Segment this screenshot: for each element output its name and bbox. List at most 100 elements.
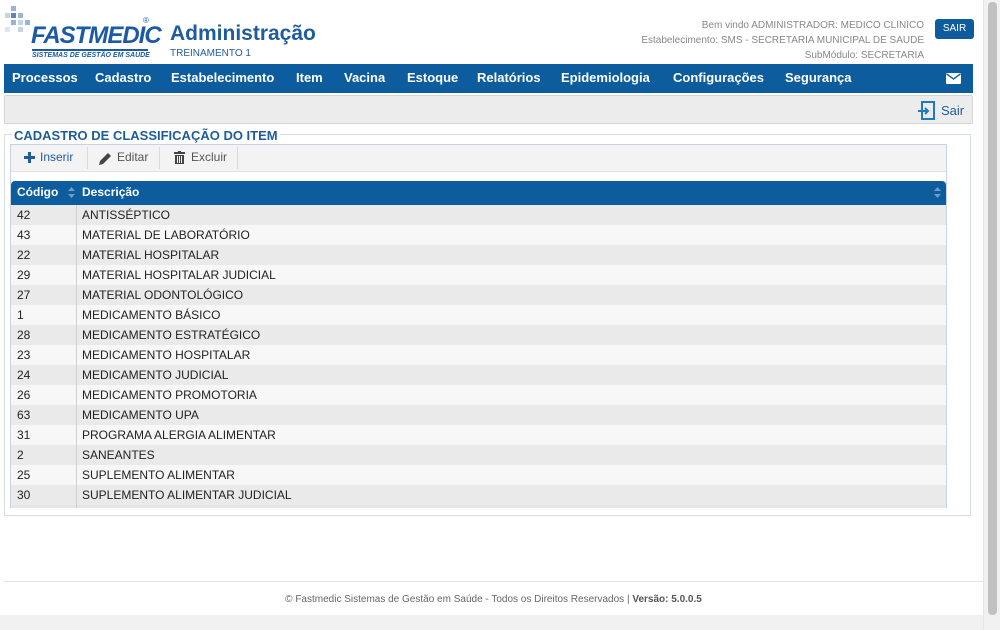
cell-description: MEDICAMENTO ESTRATÉGICO — [82, 328, 261, 342]
scrollbar-thumb[interactable] — [988, 2, 997, 615]
cell-description: MEDICAMENTO JUDICIAL — [82, 368, 229, 382]
cell-code: 42 — [17, 208, 31, 222]
menu-item[interactable]: Item — [296, 64, 323, 93]
menu-seguranca[interactable]: Segurança — [785, 64, 851, 93]
table-row[interactable]: 26 MEDICAMENTO PROMOTORIA — [11, 385, 946, 405]
cell-description: MATERIAL DE LABORATÓRIO — [82, 228, 250, 242]
edit-button[interactable]: Editar — [96, 145, 158, 171]
classification-panel: CADASTRO DE CLASSIFICAÇÃO DO ITEM Inseri… — [4, 128, 971, 516]
copyright-text: © Fastmedic Sistemas de Gestão em Saúde … — [285, 594, 633, 605]
cell-code: 22 — [17, 248, 31, 262]
cell-code: 29 — [17, 268, 31, 282]
column-header-code[interactable]: Código — [17, 181, 58, 205]
cell-description: SUPLEMENTO ALIMENTAR JUDICIAL — [82, 488, 292, 502]
footer-divider — [4, 581, 983, 582]
cell-code: 23 — [17, 348, 31, 362]
pencil-icon — [99, 153, 111, 165]
cell-description: MEDICAMENTO HOSPITALAR — [82, 348, 251, 362]
table-row[interactable]: 23 MEDICAMENTO HOSPITALAR — [11, 345, 946, 365]
cell-code: 43 — [17, 228, 31, 242]
app-header: FASTMEDIC ® SISTEMAS DE GESTÃO EM SAÚDE … — [0, 0, 983, 64]
cell-description: SUPLEMENTO ALIMENTAR — [82, 468, 235, 482]
fastmedic-logo[interactable]: FASTMEDIC ® SISTEMAS DE GESTÃO EM SAÚDE — [5, 4, 162, 60]
table-row[interactable]: 43 MATERIAL DE LABORATÓRIO — [11, 225, 946, 245]
logo-underline — [32, 49, 148, 51]
welcome-text: Bem vindo ADMINISTRADOR: MEDICO CLINICO — [701, 20, 924, 31]
plus-icon — [24, 152, 35, 163]
cell-code: 28 — [17, 328, 31, 342]
panel-title: CADASTRO DE CLASSIFICAÇÃO DO ITEM — [12, 128, 280, 143]
edit-label: Editar — [117, 150, 149, 164]
insert-label: Inserir — [40, 150, 74, 164]
menu-cadastro[interactable]: Cadastro — [95, 64, 151, 93]
submodule-text: SubMódulo: SECRETARIA — [804, 50, 924, 61]
cell-code: 26 — [17, 388, 31, 402]
delete-label: Excluir — [191, 150, 228, 164]
cell-code: 31 — [17, 428, 31, 442]
exit-label: Sair — [941, 103, 965, 118]
cell-description: PROGRAMA ALERGIA ALIMENTAR — [82, 428, 276, 442]
table-row[interactable]: 28 MEDICAMENTO ESTRATÉGICO — [11, 325, 946, 345]
table-row[interactable]: 2 SANEANTES — [11, 445, 946, 465]
cell-description: MATERIAL HOSPITALAR — [82, 248, 220, 262]
cell-description: MATERIAL HOSPITALAR JUDICIAL — [82, 268, 276, 282]
menu-relatorios[interactable]: Relatórios — [477, 64, 541, 93]
main-menu: Processos Cadastro Estabelecimento Item … — [4, 64, 973, 93]
cell-code: 24 — [17, 368, 31, 382]
menu-processos[interactable]: Processos — [12, 64, 78, 93]
delete-button[interactable]: Excluir — [169, 145, 237, 171]
menu-configuracoes[interactable]: Configurações — [673, 64, 764, 93]
logout-button[interactable]: SAIR — [935, 19, 974, 39]
cell-code: 1 — [17, 308, 24, 322]
cell-code: 30 — [17, 488, 31, 502]
footer: © Fastmedic Sistemas de Gestão em Saúde … — [4, 594, 983, 605]
table-row[interactable]: 30 SUPLEMENTO ALIMENTAR JUDICIAL — [11, 485, 946, 505]
menu-estabelecimento[interactable]: Estabelecimento — [171, 64, 274, 93]
menu-estoque[interactable]: Estoque — [407, 64, 458, 93]
cell-code: 63 — [17, 408, 31, 422]
menu-epidemiologia[interactable]: Epidemiologia — [561, 64, 650, 93]
table-row[interactable]: 31 PROGRAMA ALERGIA ALIMENTAR — [11, 425, 946, 445]
cell-description: MEDICAMENTO UPA — [82, 408, 199, 422]
toolbar-separator — [87, 147, 88, 169]
cell-code: 27 — [17, 288, 31, 302]
sort-icon[interactable] — [934, 187, 941, 198]
trash-icon — [174, 151, 185, 164]
bottom-scroll-strip — [0, 615, 983, 630]
cell-description: ANTISSÉPTICO — [82, 208, 171, 222]
table-row[interactable]: 24 MEDICAMENTO JUDICIAL — [11, 365, 946, 385]
environment-label: TREINAMENTO 1 — [170, 48, 251, 59]
column-header-description[interactable]: Descrição — [82, 181, 139, 205]
table-row[interactable]: 22 MATERIAL HOSPITALAR — [11, 245, 946, 265]
exit-door-icon — [918, 101, 935, 120]
sort-icon[interactable] — [68, 187, 75, 198]
cell-description: MEDICAMENTO PROMOTORIA — [82, 388, 257, 402]
table-row[interactable]: 25 SUPLEMENTO ALIMENTAR — [11, 465, 946, 485]
insert-button[interactable]: Inserir — [21, 145, 87, 171]
classification-grid: Inserir Editar Excluir Código Descrição … — [10, 144, 947, 508]
version-text: Versão: 5.0.0.5 — [632, 594, 702, 605]
table-row[interactable]: 63 MEDICAMENTO UPA — [11, 405, 946, 425]
menu-vacina[interactable]: Vacina — [344, 64, 385, 93]
table-row[interactable]: 1 MEDICAMENTO BÁSICO — [11, 305, 946, 325]
cell-description: MATERIAL ODONTOLÓGICO — [82, 288, 244, 302]
toolbar-separator — [237, 147, 238, 169]
logo-registered-mark: ® — [143, 16, 149, 25]
grid-toolbar: Inserir Editar Excluir — [11, 145, 946, 172]
page-title: Administração — [170, 22, 316, 45]
table-row[interactable]: 42 ANTISSÉPTICO — [11, 205, 946, 225]
logo-tagline: SISTEMAS DE GESTÃO EM SAÚDE — [32, 52, 150, 59]
logo-wordmark: FASTMEDIC — [31, 22, 162, 49]
cell-description: MEDICAMENTO BÁSICO — [82, 308, 221, 322]
cell-code: 25 — [17, 468, 31, 482]
toolbar-separator — [159, 147, 160, 169]
grid-body: 42 ANTISSÉPTICO 43 MATERIAL DE LABORATÓR… — [11, 205, 946, 508]
establishment-text: Estabelecimento: SMS - SECRETARIA MUNICI… — [641, 35, 924, 46]
vertical-scrollbar[interactable] — [983, 0, 1000, 630]
table-row[interactable]: 29 MATERIAL HOSPITALAR JUDICIAL — [11, 265, 946, 285]
table-row[interactable]: 27 MATERIAL ODONTOLÓGICO — [11, 285, 946, 305]
envelope-icon[interactable] — [946, 73, 961, 84]
cell-code: 2 — [17, 448, 24, 462]
column-divider — [76, 205, 77, 508]
action-bar: Sair — [4, 95, 973, 124]
